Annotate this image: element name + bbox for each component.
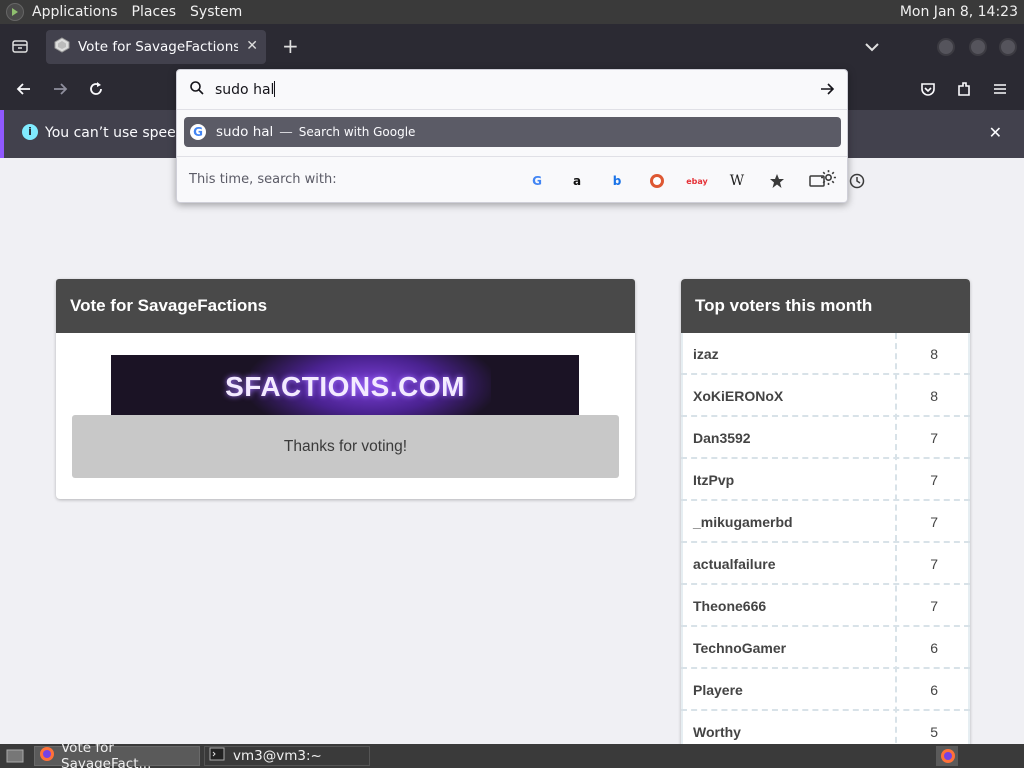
- go-arrow-icon[interactable]: [819, 81, 835, 101]
- list-all-tabs-icon[interactable]: [864, 38, 880, 57]
- urlbar-input[interactable]: sudo hal: [215, 81, 276, 98]
- maximize-window-button[interactable]: [969, 38, 987, 56]
- top-voters-title: Top voters this month: [681, 279, 970, 333]
- top-voters-card: Top voters this month izaz 8 XoKiERONoX 8 Da…: [681, 279, 970, 749]
- hamburger-menu-icon[interactable]: [991, 80, 1009, 103]
- suggestion-term: sudo hal: [216, 124, 274, 140]
- wikipedia-engine-icon[interactable]: W: [727, 171, 747, 191]
- voter-name: Worthy: [693, 724, 741, 740]
- server-banner[interactable]: SFACTIONS.COM: [111, 355, 579, 415]
- voter-count: 7: [930, 598, 938, 614]
- tab-overview-icon[interactable]: [12, 38, 28, 58]
- google-engine-icon[interactable]: G: [527, 171, 547, 191]
- menu-system[interactable]: System: [190, 4, 242, 20]
- voter-row: actualfailure 7: [681, 543, 970, 585]
- voter-row: TechnoGamer 6: [681, 627, 970, 669]
- firefox-icon: [39, 746, 55, 766]
- voter-name: actualfailure: [693, 556, 776, 572]
- voter-name: Playere: [693, 682, 743, 698]
- history-clock-icon[interactable]: [847, 171, 867, 191]
- show-desktop-icon[interactable]: [2, 746, 28, 766]
- voter-count: 7: [930, 472, 938, 488]
- voter-name: izaz: [693, 346, 719, 362]
- tab-title: Vote for SavageFactions | M: [78, 39, 238, 55]
- back-arrow-icon[interactable]: [15, 80, 33, 103]
- pocket-icon[interactable]: [919, 80, 937, 103]
- banner-text: SFACTIONS.COM: [225, 371, 465, 402]
- bing-engine-icon[interactable]: b: [607, 171, 627, 191]
- voter-row: XoKiERONoX 8: [681, 375, 970, 417]
- one-off-search-bar: This time, search with: G a b ebay W: [177, 156, 865, 204]
- distro-logo-icon[interactable]: [6, 3, 24, 21]
- voter-count: 8: [930, 346, 938, 362]
- taskbar-label-browser: Vote for SavageFact...: [61, 740, 152, 768]
- voter-count: 6: [930, 682, 938, 698]
- voter-count: 8: [930, 388, 938, 404]
- minimize-window-button[interactable]: [937, 38, 955, 56]
- terminal-icon: [209, 747, 225, 765]
- tray-firefox-icon[interactable]: [936, 746, 958, 766]
- voter-count: 6: [930, 640, 938, 656]
- taskbar-item-terminal[interactable]: vm3@vm3:~: [204, 746, 370, 766]
- tab-strip: Vote for SavageFactions | M ✕ +: [0, 24, 1024, 70]
- reload-icon[interactable]: [87, 80, 105, 103]
- voter-name: TechnoGamer: [693, 640, 787, 656]
- voter-name: Theone666: [693, 598, 767, 614]
- info-icon: i: [22, 124, 38, 140]
- taskbar-item-browser[interactable]: Vote for SavageFact...: [34, 740, 200, 768]
- voter-count: 7: [930, 514, 938, 530]
- google-icon: G: [190, 124, 206, 140]
- suggestion-separator: —: [279, 124, 293, 140]
- search-settings-gear-icon[interactable]: [820, 169, 837, 191]
- notification-close-icon[interactable]: ✕: [989, 123, 1002, 142]
- voter-row: ItzPvp 7: [681, 459, 970, 501]
- ebay-engine-icon[interactable]: ebay: [686, 171, 708, 191]
- voter-name: XoKiERONoX: [693, 388, 784, 404]
- duckduckgo-engine-icon[interactable]: [647, 171, 667, 191]
- top-panel: Applications Places System Mon Jan 8, 14…: [0, 0, 1024, 24]
- site-favicon-icon: [54, 37, 70, 57]
- voter-name: ItzPvp: [693, 472, 735, 488]
- bookmarks-star-icon[interactable]: [767, 171, 787, 191]
- taskbar-label-terminal: vm3@vm3:~: [233, 748, 322, 764]
- engines-label: This time, search with:: [189, 172, 337, 187]
- new-tab-icon[interactable]: +: [282, 34, 299, 58]
- urlbar-dropdown: sudo hal G sudo hal — Search with Google…: [176, 69, 865, 204]
- extensions-icon[interactable]: [955, 80, 973, 103]
- amazon-engine-icon[interactable]: a: [567, 171, 587, 191]
- menu-applications[interactable]: Applications: [32, 4, 118, 20]
- vote-card-title: Vote for SavageFactions: [56, 279, 635, 333]
- panel-clock[interactable]: Mon Jan 8, 14:23: [900, 4, 1018, 20]
- tab-close-icon[interactable]: ✕: [246, 38, 258, 54]
- tab-active[interactable]: Vote for SavageFactions | M ✕: [46, 30, 266, 64]
- search-icon: [189, 80, 205, 100]
- voter-row: Playere 6: [681, 669, 970, 711]
- urlbar-input-row[interactable]: sudo hal: [177, 70, 847, 110]
- panel-menus: Applications Places System: [32, 4, 256, 20]
- voter-count: 7: [930, 430, 938, 446]
- taskbar: Vote for SavageFact... vm3@vm3:~: [0, 740, 1024, 768]
- voter-name: _mikugamerbd: [693, 514, 793, 530]
- voter-row: _mikugamerbd 7: [681, 501, 970, 543]
- voter-row: Dan3592 7: [681, 417, 970, 459]
- voter-row: izaz 8: [681, 333, 970, 375]
- vote-card: Vote for SavageFactions SFACTIONS.COM Th…: [56, 279, 635, 499]
- voter-row: Theone666 7: [681, 585, 970, 627]
- search-suggestion[interactable]: G sudo hal — Search with Google: [184, 117, 841, 147]
- close-window-button[interactable]: [999, 38, 1017, 56]
- suggestion-action: Search with Google: [298, 125, 416, 139]
- voter-count: 5: [930, 724, 938, 740]
- voter-name: Dan3592: [693, 430, 751, 446]
- forward-arrow-icon[interactable]: [51, 80, 69, 103]
- voter-count: 7: [930, 556, 938, 572]
- menu-places[interactable]: Places: [132, 4, 177, 20]
- thanks-message: Thanks for voting!: [72, 415, 619, 478]
